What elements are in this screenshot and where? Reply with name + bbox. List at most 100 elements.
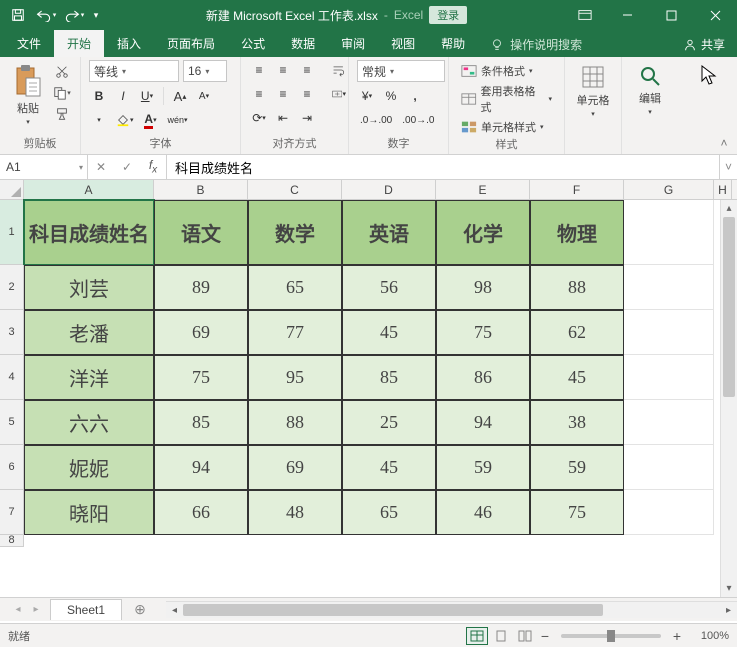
align-right-button[interactable]: ≡ [297, 84, 317, 104]
cells-button[interactable]: 单元格▾ [573, 60, 613, 118]
select-all-corner[interactable] [0, 180, 24, 199]
cell-F6[interactable]: 59 [530, 445, 624, 490]
decrease-indent-button[interactable]: ⇤ [273, 108, 293, 128]
cell-G5[interactable] [624, 400, 714, 445]
scroll-left-button[interactable]: ◂ [166, 602, 183, 618]
cell-E4[interactable]: 86 [436, 355, 530, 400]
cut-button[interactable] [52, 63, 72, 81]
font-name-combo[interactable]: 等线▾ [89, 60, 179, 82]
cell-F5[interactable]: 38 [530, 400, 624, 445]
minimize-button[interactable] [605, 0, 649, 30]
cell-E2[interactable]: 98 [436, 265, 530, 310]
zoom-in-button[interactable]: + [669, 628, 685, 644]
paste-button[interactable]: 粘贴 ▾ [8, 60, 48, 126]
row-header-1[interactable]: 1 [0, 200, 24, 265]
sheet-tab[interactable]: Sheet1 [50, 599, 122, 620]
horizontal-scrollbar[interactable]: ◂ ▸ [166, 601, 737, 618]
cell-A7[interactable]: 晓阳 [24, 490, 154, 535]
share-button[interactable]: 共享 [677, 34, 731, 55]
shrink-font-button[interactable]: A▾ [194, 86, 214, 106]
col-header-A[interactable]: A [24, 180, 154, 199]
cell-G7[interactable] [624, 490, 714, 535]
accounting-button[interactable]: ¥▾ [357, 86, 377, 106]
phonetic-button[interactable]: wén▾ [165, 110, 191, 130]
tab-data[interactable]: 数据 [278, 30, 328, 57]
number-format-combo[interactable]: 常规▾ [357, 60, 445, 82]
align-middle-button[interactable]: ≡ [273, 60, 293, 80]
sheet-nav-prev[interactable]: ◂ [10, 602, 26, 618]
sheet-nav-next[interactable]: ▸ [28, 602, 44, 618]
cell-C2[interactable]: 65 [248, 265, 342, 310]
cell-styles-button[interactable]: 单元格样式▾ [457, 118, 556, 136]
cell-E3[interactable]: 75 [436, 310, 530, 355]
vertical-scrollbar[interactable]: ▴ ▾ [720, 200, 737, 597]
cell-B6[interactable]: 94 [154, 445, 248, 490]
merge-button[interactable]: ▾ [329, 84, 349, 104]
tab-home[interactable]: 开始 [54, 30, 104, 57]
cell-C3[interactable]: 77 [248, 310, 342, 355]
cell-C5[interactable]: 88 [248, 400, 342, 445]
cell-D3[interactable]: 45 [342, 310, 436, 355]
cell-A1[interactable]: 科目成绩姓名 [24, 200, 154, 265]
cell-B5[interactable]: 85 [154, 400, 248, 445]
cell-B1[interactable]: 语文 [154, 200, 248, 265]
cell-E1[interactable]: 化学 [436, 200, 530, 265]
col-header-C[interactable]: C [248, 180, 342, 199]
cell-E6[interactable]: 59 [436, 445, 530, 490]
cell-D6[interactable]: 45 [342, 445, 436, 490]
col-header-G[interactable]: G [624, 180, 714, 199]
row-header-7[interactable]: 7 [0, 490, 24, 535]
increase-decimal-button[interactable]: .0→.00 [357, 110, 395, 130]
normal-view-button[interactable] [466, 627, 488, 645]
percent-button[interactable]: % [381, 86, 401, 106]
close-button[interactable] [693, 0, 737, 30]
scroll-right-button[interactable]: ▸ [720, 602, 737, 618]
cell-C7[interactable]: 48 [248, 490, 342, 535]
align-top-button[interactable]: ≡ [249, 60, 269, 80]
ribbon-display-options[interactable] [565, 3, 605, 27]
tab-review[interactable]: 审阅 [328, 30, 378, 57]
save-button[interactable] [6, 3, 30, 27]
cell-D2[interactable]: 56 [342, 265, 436, 310]
grow-font-button[interactable]: A▴ [170, 86, 190, 106]
insert-function-button[interactable]: fx [140, 158, 166, 175]
expand-formula-bar[interactable]: ˅ [719, 155, 737, 179]
cell-A6[interactable]: 妮妮 [24, 445, 154, 490]
tab-insert[interactable]: 插入 [104, 30, 154, 57]
tab-file[interactable]: 文件 [4, 30, 54, 57]
tab-formulas[interactable]: 公式 [228, 30, 278, 57]
col-header-E[interactable]: E [436, 180, 530, 199]
col-header-D[interactable]: D [342, 180, 436, 199]
cell-A2[interactable]: 刘芸 [24, 265, 154, 310]
row-header-8[interactable]: 8 [0, 535, 24, 547]
cell-A5[interactable]: 六六 [24, 400, 154, 445]
cell-B3[interactable]: 69 [154, 310, 248, 355]
col-header-H[interactable]: H [714, 180, 732, 199]
tab-page-layout[interactable]: 页面布局 [154, 30, 228, 57]
table-format-button[interactable]: 套用表格格式▾ [457, 82, 556, 116]
cell-B7[interactable]: 66 [154, 490, 248, 535]
cell-D4[interactable]: 85 [342, 355, 436, 400]
grid-body[interactable]: 1科目成绩姓名语文数学英语化学物理2刘芸89655698883老潘6977457… [0, 200, 737, 597]
cell-F1[interactable]: 物理 [530, 200, 624, 265]
cell-F4[interactable]: 45 [530, 355, 624, 400]
cell-C6[interactable]: 69 [248, 445, 342, 490]
cell-D5[interactable]: 25 [342, 400, 436, 445]
zoom-level[interactable]: 100% [685, 630, 729, 642]
cell-G1[interactable] [624, 200, 714, 265]
wrap-text-button[interactable] [329, 60, 349, 80]
align-center-button[interactable]: ≡ [273, 84, 293, 104]
align-bottom-button[interactable]: ≡ [297, 60, 317, 80]
format-painter-button[interactable] [52, 105, 72, 123]
underline-button[interactable]: U▾ [137, 86, 157, 106]
cell-F2[interactable]: 88 [530, 265, 624, 310]
zoom-out-button[interactable]: − [537, 628, 553, 644]
copy-button[interactable]: ▾ [52, 84, 72, 102]
italic-button[interactable]: I [113, 86, 133, 106]
zoom-slider[interactable] [561, 634, 661, 638]
cell-D1[interactable]: 英语 [342, 200, 436, 265]
name-box[interactable]: A1▾ [0, 155, 88, 179]
scroll-thumb[interactable] [723, 217, 735, 397]
scroll-down-button[interactable]: ▾ [721, 580, 737, 597]
tab-help[interactable]: 帮助 [428, 30, 478, 57]
